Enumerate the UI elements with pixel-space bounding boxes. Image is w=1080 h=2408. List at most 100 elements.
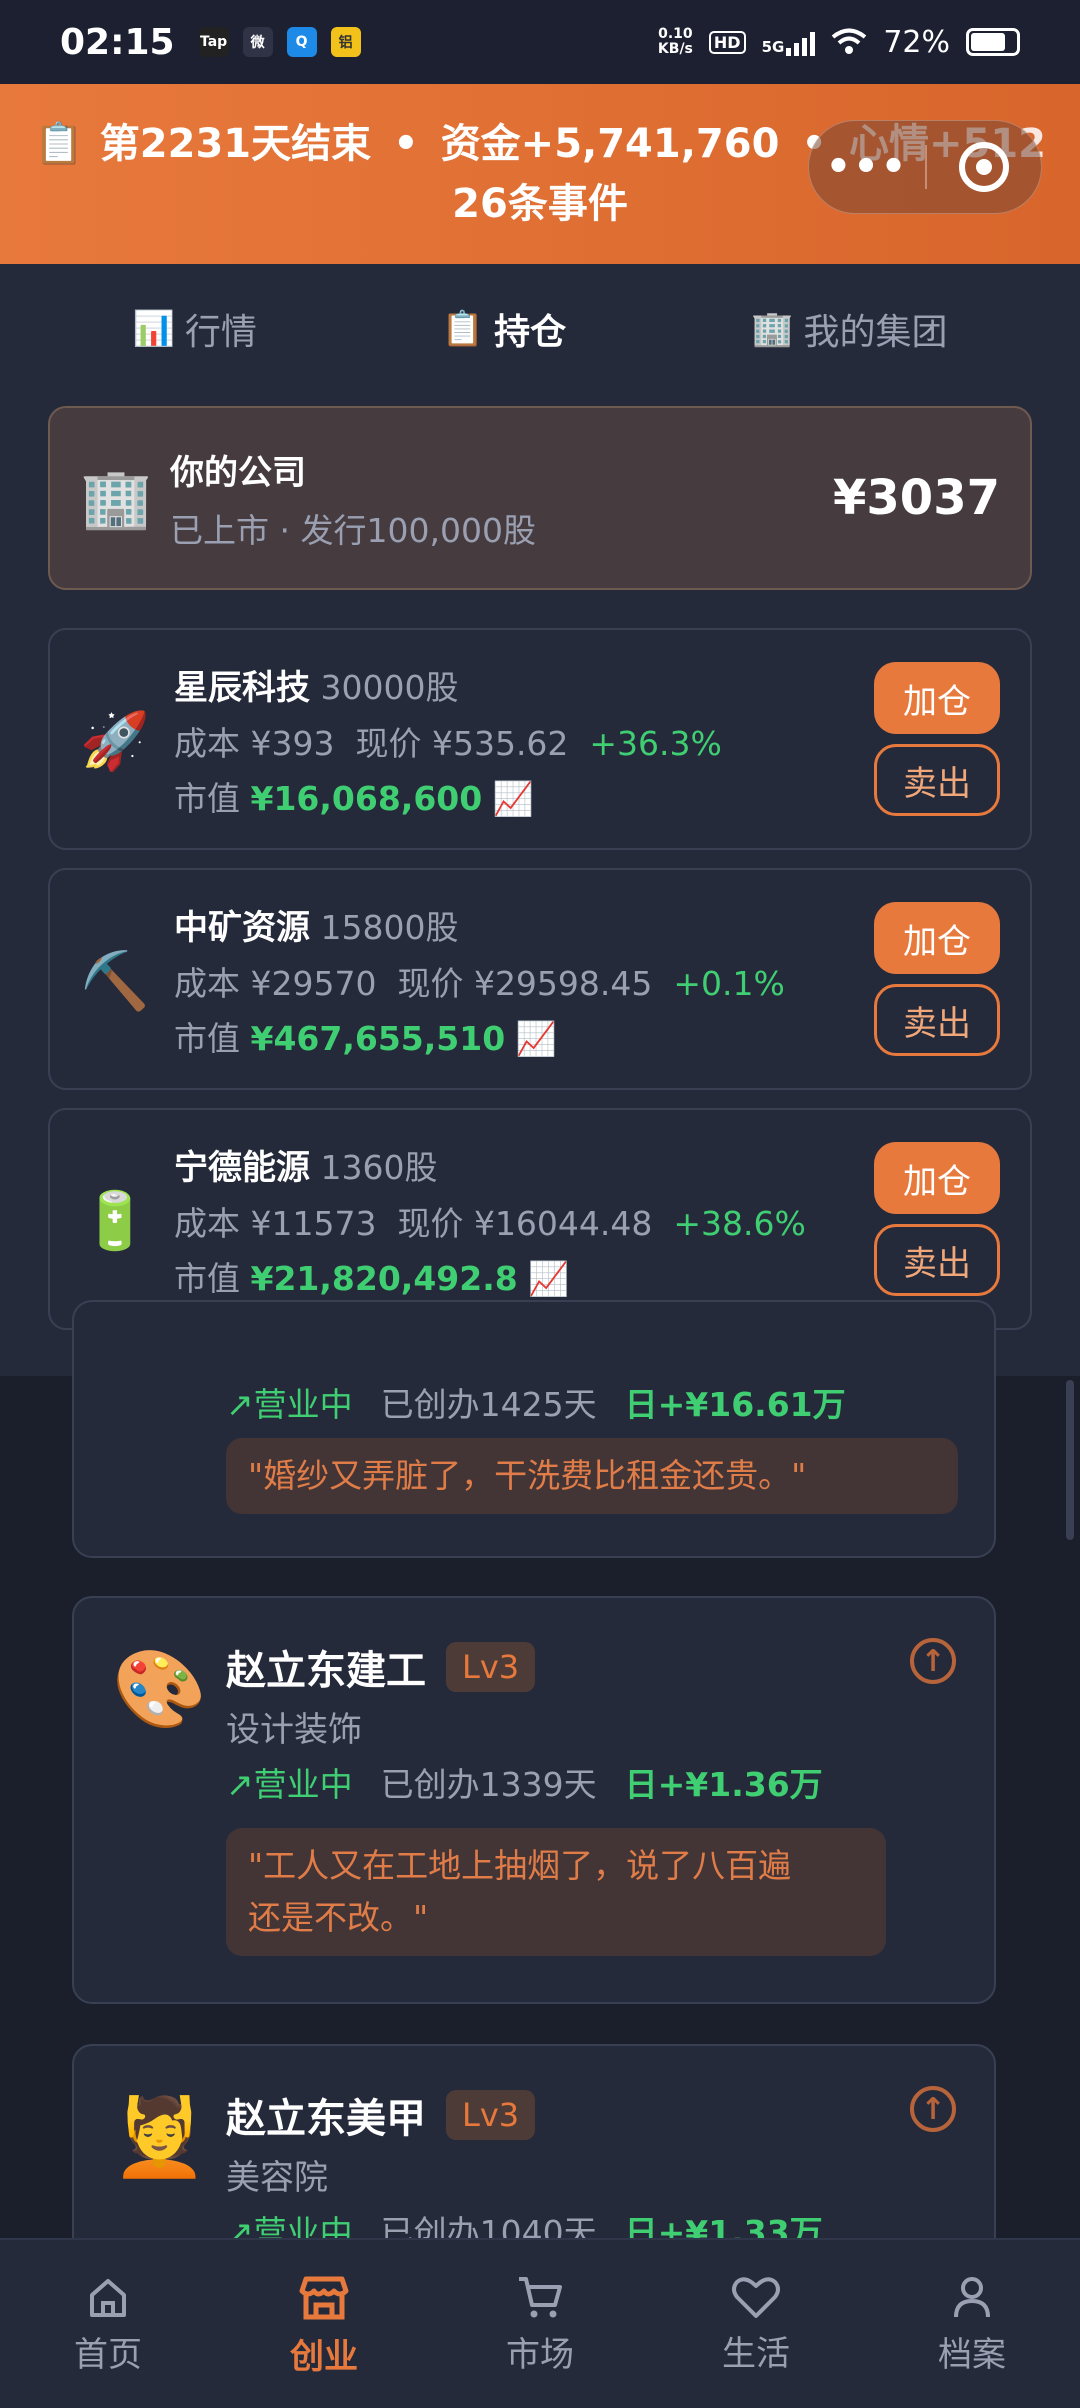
owner-quote: "婚纱又弄脏了，干洗费比租金还贵。" bbox=[226, 1438, 958, 1514]
add-position-button[interactable]: 加仓 bbox=[874, 902, 1000, 974]
business-name: 赵立东美甲 bbox=[226, 2096, 426, 2142]
clipboard-icon: 📋 bbox=[441, 309, 485, 349]
portfolio-panel: 📊 行情 📋 持仓 🏢 我的集团 🏢 你的公司 已上市 · 发行100,000股… bbox=[0, 264, 1080, 1376]
add-position-button[interactable]: 加仓 bbox=[874, 662, 1000, 734]
market-value: ¥21,820,492.8 bbox=[250, 1259, 518, 1298]
building-icon: 🏢 bbox=[751, 309, 794, 349]
heart-icon bbox=[732, 2276, 780, 2318]
current-price: 现价 ¥535.62 bbox=[355, 724, 569, 763]
company-name: 你的公司 bbox=[170, 452, 306, 493]
rocket-icon: 🚀 bbox=[80, 709, 150, 774]
tab-my-group[interactable]: 🏢 我的集团 bbox=[751, 303, 947, 355]
pickaxe-icon: ⛏️ bbox=[80, 949, 150, 1014]
share-count: 15800股 bbox=[320, 908, 459, 947]
money-change-text: 资金+5,741,760 bbox=[440, 121, 780, 167]
network-speed: 0.10 KB/s bbox=[657, 26, 693, 57]
business-status-row: ↗营业中 已创办1425天 日+¥16.61万 bbox=[226, 1378, 846, 1426]
share-count: 1360股 bbox=[320, 1148, 438, 1187]
target-icon bbox=[958, 142, 1009, 192]
business-card[interactable]: ↗营业中 已创办1425天 日+¥16.61万 "婚纱又弄脏了，干洗费比租金还贵… bbox=[72, 1300, 996, 1558]
events-count-text: 26条事件 bbox=[452, 181, 628, 227]
tab-holdings[interactable]: 📋 持仓 bbox=[442, 303, 566, 355]
clock: 02:15 bbox=[60, 21, 175, 63]
add-position-button[interactable]: 加仓 bbox=[874, 1142, 1000, 1214]
stock-name: 宁德能源 bbox=[174, 1148, 310, 1188]
home-icon bbox=[90, 2278, 126, 2317]
nav-market[interactable]: 市场 bbox=[450, 2273, 630, 2376]
trend-chart-icon: 📈 bbox=[515, 1019, 557, 1058]
cost-price: 成本 ¥11573 bbox=[174, 1204, 377, 1243]
nav-home[interactable]: 首页 bbox=[18, 2273, 198, 2376]
trend-up-icon: ↗ bbox=[226, 1385, 254, 1424]
upgrade-arrow-icon[interactable]: ↑ bbox=[910, 1638, 956, 1684]
hd-icon: HD bbox=[708, 30, 746, 54]
upgrade-arrow-icon[interactable]: ↑ bbox=[910, 2086, 956, 2132]
sell-button[interactable]: 卖出 bbox=[874, 744, 1000, 816]
market-value: ¥467,655,510 bbox=[250, 1019, 506, 1058]
business-category: 设计装饰 bbox=[226, 1710, 362, 1750]
clipboard-icon: 📋 bbox=[33, 121, 84, 167]
days-founded: 已创办1425天 bbox=[380, 1385, 597, 1424]
battery-percent: 72% bbox=[883, 24, 950, 60]
close-miniapp-button[interactable] bbox=[927, 142, 1041, 192]
qq-icon: Q bbox=[286, 27, 317, 57]
more-options-icon[interactable]: ••• bbox=[809, 137, 925, 197]
battery-icon bbox=[966, 28, 1020, 56]
wechat-icon: 微 bbox=[242, 27, 273, 57]
holding-card: ⛏️ 中矿资源 15800股 成本 ¥29570 现价 ¥29598.45 +0… bbox=[48, 868, 1032, 1090]
level-badge: Lv3 bbox=[446, 1642, 536, 1692]
building-icon: 🏢 bbox=[80, 463, 153, 532]
days-founded: 已创办1339天 bbox=[380, 1765, 597, 1804]
holding-card: 🔋 宁德能源 1360股 成本 ¥11573 现价 ¥16044.48 +38.… bbox=[48, 1108, 1032, 1330]
user-icon bbox=[954, 2276, 990, 2317]
stock-name: 中矿资源 bbox=[174, 908, 310, 948]
price-change: +36.3% bbox=[589, 724, 722, 763]
battery-icon: 🔋 bbox=[80, 1189, 150, 1254]
business-status-row: ↗营业中 已创办1339天 日+¥1.36万 bbox=[226, 1758, 823, 1806]
miniapp-capsule: ••• bbox=[808, 120, 1042, 214]
day-end-text: 第2231天结束 bbox=[99, 121, 372, 167]
tab-market[interactable]: 📊 行情 bbox=[132, 303, 256, 355]
status-bar: 02:15 Tap 微 Q 铝 0.10 KB/s HD 5G 72% bbox=[0, 0, 1080, 84]
stock-name: 星辰科技 bbox=[174, 668, 310, 708]
store-icon bbox=[299, 2276, 349, 2319]
chart-icon: 📊 bbox=[132, 309, 175, 349]
massage-icon: 💆 bbox=[112, 2092, 207, 2181]
own-company-card[interactable]: 🏢 你的公司 已上市 · 发行100,000股 ¥3037 bbox=[48, 406, 1032, 590]
cost-price: 成本 ¥393 bbox=[174, 724, 335, 763]
level-badge: Lv3 bbox=[446, 2090, 536, 2140]
current-price: 现价 ¥29598.45 bbox=[397, 964, 653, 1003]
trend-up-icon: ↗ bbox=[226, 1765, 254, 1804]
business-card[interactable]: 🎨 赵立东建工 Lv3 ↑ 设计装饰 ↗营业中 已创办1339天 日+¥1.36… bbox=[72, 1596, 996, 2004]
trend-chart-icon: 📈 bbox=[528, 1259, 570, 1298]
trend-chart-icon: 📈 bbox=[492, 779, 534, 818]
nav-profile[interactable]: 档案 bbox=[882, 2273, 1062, 2376]
panel-tabs: 📊 行情 📋 持仓 🏢 我的集团 bbox=[0, 264, 1080, 394]
notification-icons: Tap 微 Q 铝 bbox=[198, 27, 361, 57]
share-count: 30000股 bbox=[320, 668, 459, 707]
daily-income: 日+¥16.61万 bbox=[624, 1385, 846, 1424]
sell-button[interactable]: 卖出 bbox=[874, 1224, 1000, 1296]
sell-button[interactable]: 卖出 bbox=[874, 984, 1000, 1056]
business-name: 赵立东建工 bbox=[226, 1648, 426, 1694]
palette-icon: 🎨 bbox=[112, 1644, 207, 1733]
nav-life[interactable]: 生活 bbox=[666, 2274, 846, 2375]
tap-app-icon: Tap bbox=[198, 27, 229, 57]
operating-status: ↗营业中 bbox=[226, 1385, 353, 1424]
price-change: +0.1% bbox=[673, 964, 785, 1003]
holding-card: 🚀 星辰科技 30000股 成本 ¥393 现价 ¥535.62 +36.3% … bbox=[48, 628, 1032, 850]
scrollbar[interactable] bbox=[1066, 1380, 1074, 1540]
bottom-nav: 首页 创业 市场 生活 档案 bbox=[0, 2238, 1080, 2408]
company-status: 已上市 · 发行100,000股 bbox=[170, 510, 536, 550]
day-summary-banner: 📋 第2231天结束 • 资金+5,741,760 • 心情+512 26条事件… bbox=[0, 84, 1080, 264]
cost-price: 成本 ¥29570 bbox=[174, 964, 377, 1003]
market-value: ¥16,068,600 bbox=[250, 779, 483, 818]
owner-quote: "工人又在工地上抽烟了，说了八百遍 还是不改。" bbox=[226, 1828, 886, 1956]
app-notification-icon: 铝 bbox=[330, 27, 361, 57]
business-category: 美容院 bbox=[226, 2158, 328, 2198]
nav-business[interactable]: 创业 bbox=[234, 2271, 414, 2378]
daily-income: 日+¥1.36万 bbox=[624, 1765, 823, 1804]
cellular-signal-icon: 5G bbox=[762, 28, 816, 56]
current-price: 现价 ¥16044.48 bbox=[397, 1204, 653, 1243]
wifi-icon bbox=[832, 28, 867, 54]
